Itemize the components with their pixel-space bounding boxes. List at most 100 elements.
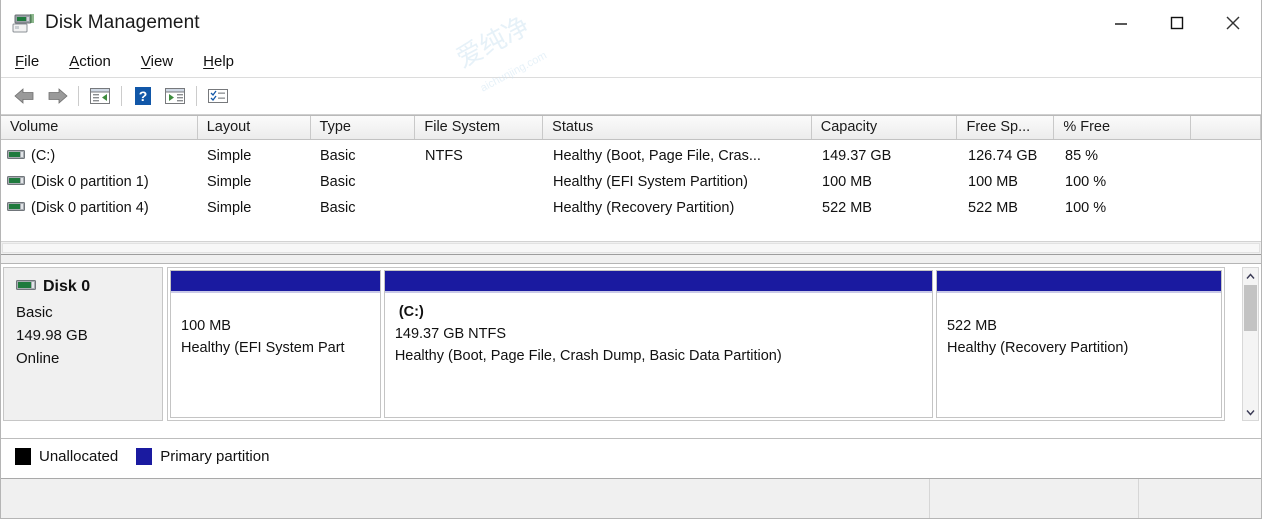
menu-item-file[interactable]: File (15, 53, 39, 70)
partition-block-recovery[interactable]: 522 MB Healthy (Recovery Partition) (936, 270, 1222, 418)
table-row[interactable]: (C:) Simple Basic NTFS Healthy (Boot, Pa… (1, 143, 1261, 169)
cell-volume: (C:) (1, 148, 198, 164)
show-hide-console-tree-icon[interactable] (84, 82, 116, 110)
partition-label: (C:) (395, 301, 932, 323)
cell-volume-label: (C:) (31, 148, 55, 164)
column-header-status[interactable]: Status (543, 116, 812, 139)
cell-volume-label: (Disk 0 partition 1) (31, 174, 149, 190)
maximize-button[interactable] (1149, 0, 1205, 46)
volume-list-header: Volume Layout Type File System Status Ca… (1, 116, 1261, 140)
disk-icon (16, 278, 36, 296)
partition-strip: 100 MB Healthy (EFI System Part (C:) 149… (167, 267, 1225, 421)
volume-list-horizontal-scrollbar[interactable] (1, 241, 1261, 254)
title-bar: Disk Management (1, 0, 1261, 46)
cell-type: Basic (311, 200, 416, 216)
help-icon[interactable]: ? (127, 82, 159, 110)
back-arrow-icon[interactable] (9, 82, 41, 110)
legend-item-primary-partition: Primary partition (136, 448, 269, 465)
cell-volume: (Disk 0 partition 4) (1, 200, 198, 216)
column-header-free-space[interactable]: Free Sp... (957, 116, 1054, 139)
partition-color-bar (937, 271, 1221, 293)
column-header-volume[interactable]: Volume (1, 116, 198, 139)
column-header-capacity[interactable]: Capacity (812, 116, 958, 139)
partition-status: Healthy (Boot, Page File, Crash Dump, Ba… (395, 345, 932, 367)
cell-type: Basic (311, 148, 416, 164)
cell-free-space: 522 MB (959, 200, 1056, 216)
partition-block-efi[interactable]: 100 MB Healthy (EFI System Part (170, 270, 381, 418)
cell-capacity: 149.37 GB (813, 148, 959, 164)
partition-size: 100 MB (181, 315, 380, 337)
properties-icon[interactable] (202, 82, 234, 110)
menu-item-help[interactable]: Help (203, 53, 234, 70)
menu-item-view[interactable]: View (141, 53, 173, 70)
partition-block-c[interactable]: (C:) 149.37 GB NTFS Healthy (Boot, Page … (384, 270, 933, 418)
partition-size: 522 MB (947, 315, 1221, 337)
cell-status: Healthy (Boot, Page File, Cras... (544, 148, 813, 164)
column-header-file-system[interactable]: File System (415, 116, 543, 139)
toolbar-separator (78, 86, 79, 106)
cell-type: Basic (311, 174, 416, 190)
partition-status: Healthy (Recovery Partition) (947, 337, 1221, 359)
scroll-up-icon[interactable] (1246, 268, 1255, 284)
toolbar-separator (121, 86, 122, 106)
disk-size: 149.98 GB (16, 327, 162, 344)
legend-label-unallocated: Unallocated (39, 448, 118, 465)
cell-volume-label: (Disk 0 partition 4) (31, 200, 149, 216)
disk-info-panel[interactable]: Disk 0 Basic 149.98 GB Online (3, 267, 163, 421)
scroll-down-icon[interactable] (1246, 404, 1255, 420)
cell-percent-free: 85 % (1056, 148, 1193, 164)
cell-layout: Simple (198, 148, 311, 164)
cell-status: Healthy (Recovery Partition) (544, 200, 813, 216)
disk-type: Basic (16, 304, 162, 321)
toolbar: ? (1, 78, 1261, 115)
window-controls (1093, 0, 1261, 46)
cell-free-space: 126.74 GB (959, 148, 1056, 164)
cell-layout: Simple (198, 200, 311, 216)
disk-graphical-view: Disk 0 Basic 149.98 GB Online 100 MB Hea… (1, 263, 1261, 438)
scrollbar-thumb[interactable] (2, 243, 1260, 253)
cell-free-space: 100 MB (959, 174, 1056, 190)
column-header-blank[interactable] (1191, 116, 1261, 139)
minimize-button[interactable] (1093, 0, 1149, 46)
legend: Unallocated Primary partition (1, 438, 1261, 474)
legend-swatch-unallocated (15, 448, 31, 465)
cell-layout: Simple (198, 174, 311, 190)
menu-item-action[interactable]: Action (69, 53, 111, 70)
disk-title: Disk 0 (16, 278, 162, 296)
column-header-percent-free[interactable]: % Free (1054, 116, 1191, 139)
disk-drive-icon (11, 12, 37, 34)
column-header-layout[interactable]: Layout (198, 116, 311, 139)
cell-capacity: 100 MB (813, 174, 959, 190)
cell-capacity: 522 MB (813, 200, 959, 216)
forward-arrow-icon[interactable] (41, 82, 73, 110)
svg-text:?: ? (139, 88, 148, 104)
cell-status: Healthy (EFI System Partition) (544, 174, 813, 190)
table-row[interactable]: (Disk 0 partition 1) Simple Basic Health… (1, 169, 1261, 195)
drive-icon (7, 174, 25, 190)
show-hide-action-pane-icon[interactable] (159, 82, 191, 110)
menu-bar: File Action View Help (1, 46, 1261, 78)
cell-volume: (Disk 0 partition 1) (1, 174, 198, 190)
cell-percent-free: 100 % (1056, 174, 1193, 190)
status-bar-segment-main (1, 479, 930, 518)
toolbar-separator (196, 86, 197, 106)
table-row[interactable]: (Disk 0 partition 4) Simple Basic Health… (1, 195, 1261, 221)
volume-list-rows: (C:) Simple Basic NTFS Healthy (Boot, Pa… (1, 140, 1261, 221)
status-bar-segment-three (1139, 479, 1261, 518)
pane-splitter[interactable] (1, 254, 1261, 263)
close-button[interactable] (1205, 0, 1261, 46)
scrollbar-thumb[interactable] (1244, 285, 1257, 331)
window-title: Disk Management (45, 12, 200, 34)
cell-file-system: NTFS (416, 148, 544, 164)
disk-name: Disk 0 (43, 278, 90, 296)
column-header-type[interactable]: Type (311, 116, 416, 139)
partition-details: 522 MB Healthy (Recovery Partition) (937, 293, 1221, 417)
volume-list: Volume Layout Type File System Status Ca… (1, 115, 1261, 254)
legend-swatch-primary-partition (136, 448, 152, 465)
partition-details: (C:) 149.37 GB NTFS Healthy (Boot, Page … (385, 293, 932, 417)
status-bar (1, 478, 1261, 518)
disk-view-vertical-scrollbar[interactable] (1242, 267, 1259, 421)
legend-item-unallocated: Unallocated (15, 448, 118, 465)
legend-label-primary-partition: Primary partition (160, 448, 269, 465)
partition-size: 149.37 GB NTFS (395, 323, 932, 345)
